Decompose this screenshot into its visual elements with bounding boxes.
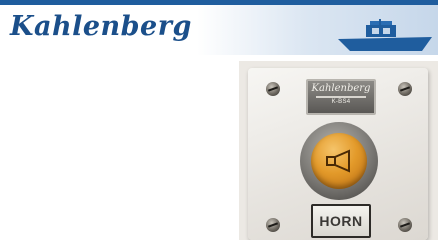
brand-logo[interactable]: Kahlenberg [10, 11, 192, 42]
nameplate: Kahlenberg K-BS4 [306, 79, 376, 115]
screw-icon [398, 82, 412, 96]
horn-icon [326, 149, 350, 173]
nameplate-model: K-BS4 [331, 99, 351, 105]
horn-label: HORN [311, 204, 371, 238]
screw-icon [266, 82, 280, 96]
horn-button[interactable] [311, 133, 367, 189]
boat-icon [338, 19, 432, 51]
nameplate-brand: Kahlenberg [311, 83, 371, 94]
nameplate-divider [316, 96, 366, 98]
screw-icon [266, 218, 280, 232]
header: Kahlenberg [0, 5, 438, 55]
button-bezel [300, 122, 378, 200]
mounting-plate: Kahlenberg K-BS4 HORN [248, 68, 428, 240]
product-photo: Kahlenberg K-BS4 HORN [239, 61, 438, 240]
screw-icon [398, 218, 412, 232]
